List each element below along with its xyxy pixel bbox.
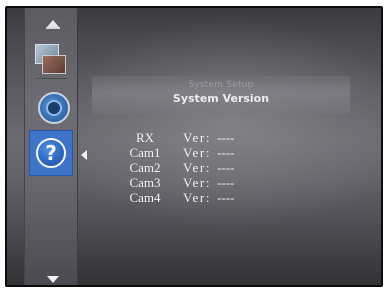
version-value: ---- — [217, 190, 235, 205]
gear-icon — [38, 92, 70, 124]
selection-pointer-icon — [81, 150, 87, 160]
version-row: RX Ver: ---- — [115, 130, 275, 145]
version-row: Cam3 Ver: ---- — [115, 175, 275, 190]
menu-header: System Setup System Version — [92, 76, 350, 114]
sidebar-item-photos[interactable] — [29, 38, 73, 84]
device-name: Cam3 — [129, 175, 161, 190]
version-list: RX Ver: ---- Cam1 Ver: ---- Cam2 Ver: ---- Cam… — [115, 130, 275, 205]
version-label: Ver: — [183, 190, 212, 205]
version-row: Cam4 Ver: ---- — [115, 190, 275, 205]
parent-menu-title: System Setup — [188, 80, 254, 90]
help-icon: ? — [36, 138, 66, 168]
version-value: ---- — [217, 175, 235, 190]
version-label: Ver: — [183, 175, 212, 190]
device-name: Cam2 — [129, 160, 161, 175]
version-label: Ver: — [183, 145, 212, 160]
version-value: ---- — [217, 160, 235, 175]
sidebar-menu: ? — [24, 8, 78, 285]
scroll-down-arrow-icon[interactable] — [47, 276, 59, 283]
version-row: Cam1 Ver: ---- — [115, 145, 275, 160]
page-title: System Version — [172, 92, 270, 105]
version-value: ---- — [217, 130, 235, 145]
divider — [35, 78, 67, 79]
device-name: Cam1 — [129, 145, 161, 160]
version-label: Ver: — [183, 160, 212, 175]
photos-icon — [35, 44, 66, 74]
scroll-up-bar — [46, 27, 60, 29]
version-label: Ver: — [183, 130, 212, 145]
device-name: RX — [135, 130, 155, 145]
device-name: Cam4 — [129, 190, 161, 205]
monitor-frame: ? System Setup System Version RX Ver: ----… — [5, 6, 383, 287]
version-row: Cam2 Ver: ---- — [115, 160, 275, 175]
scroll-up-arrow-icon[interactable] — [47, 20, 59, 27]
sidebar-item-settings[interactable] — [29, 84, 73, 130]
version-value: ---- — [217, 145, 235, 160]
screen: ? System Setup System Version RX Ver: ----… — [7, 8, 381, 285]
sidebar-item-help[interactable]: ? — [29, 130, 73, 176]
